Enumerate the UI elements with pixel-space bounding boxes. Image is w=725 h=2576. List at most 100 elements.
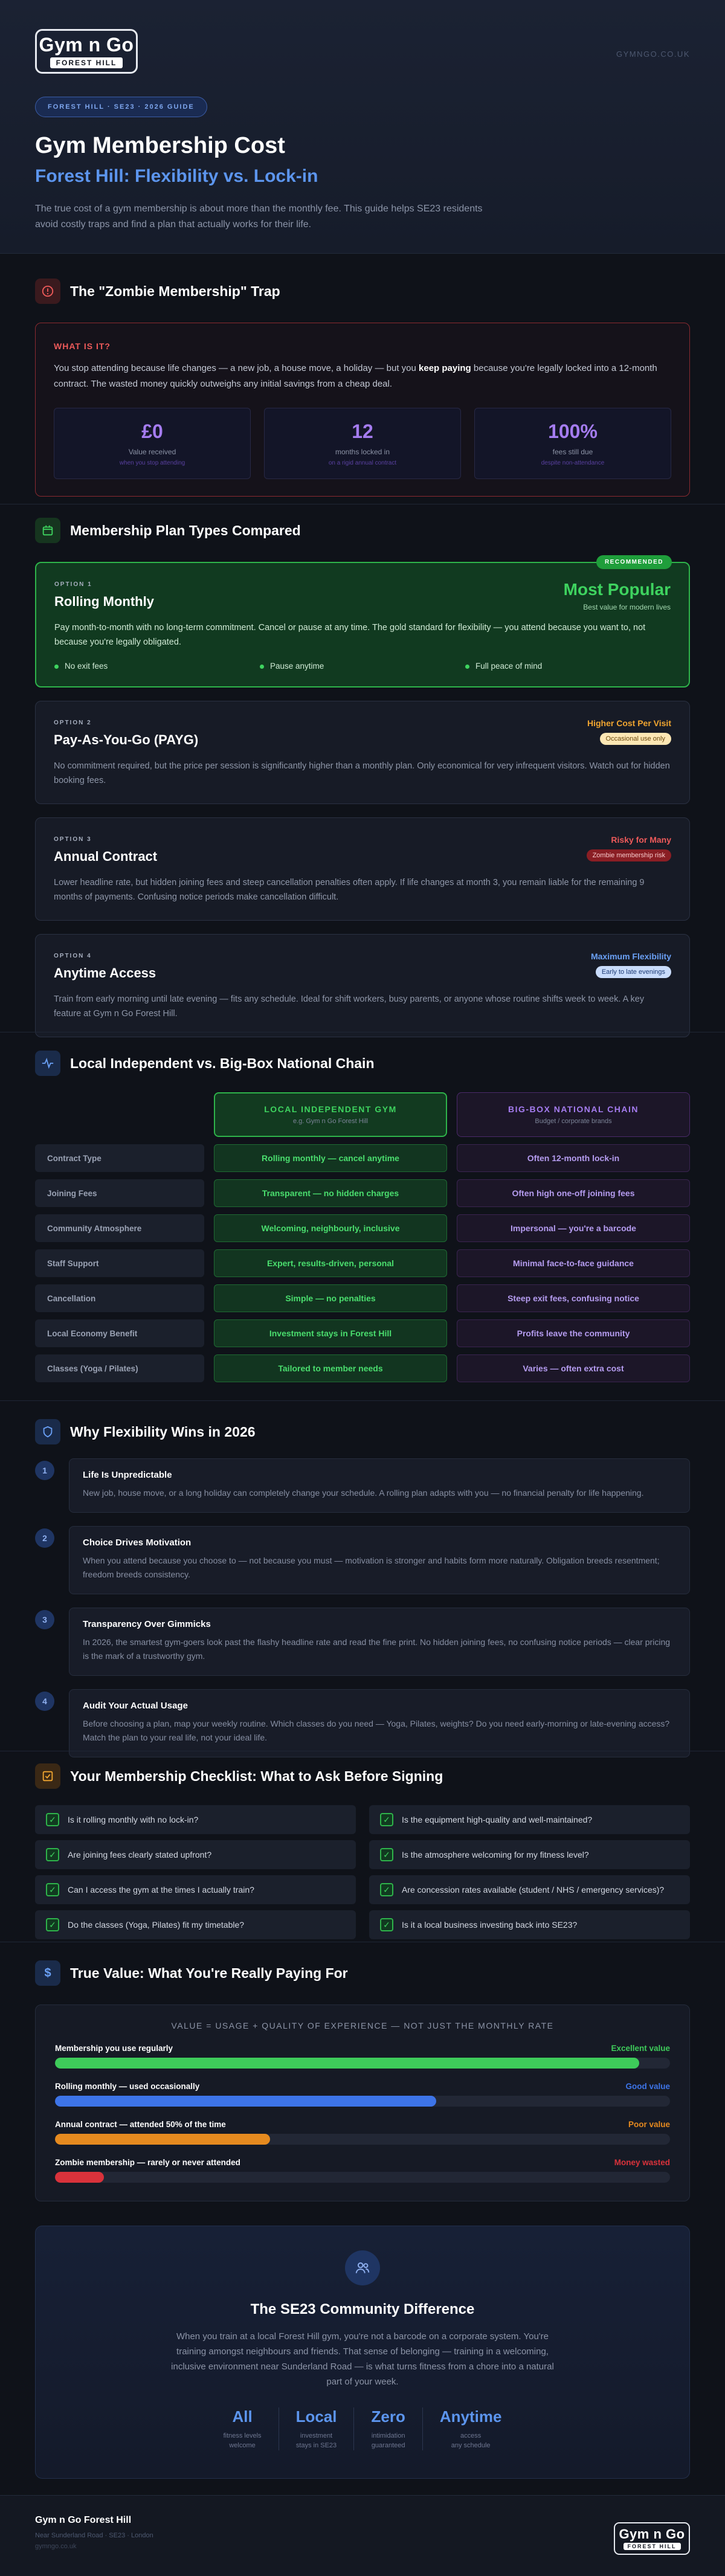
checklist-grid: ✓ Is it rolling monthly with no lock-in? … (35, 1805, 690, 1939)
step-number: 3 (35, 1610, 54, 1629)
item-description: New job, house move, or a long holiday c… (83, 1488, 644, 1498)
checklist-item[interactable]: ✓ Do the classes (Yoga, Pilates) fit my t… (35, 1910, 356, 1939)
calendar-icon (35, 518, 60, 543)
checklist-item[interactable]: ✓ Are concession rates available (student… (369, 1875, 690, 1904)
plan-option: OPTION 4 (54, 953, 92, 959)
stat-value: All (232, 2407, 253, 2426)
bar-rating: Excellent value (611, 2044, 670, 2053)
bar-rating: Good value (625, 2082, 670, 2091)
checklist-item[interactable]: ✓ Is the atmosphere welcoming for my fitn… (369, 1840, 690, 1869)
hero-header: Gym n Go FOREST HILL GYMNGO.CO.UK FOREST… (0, 0, 725, 254)
checkbox-checked-icon[interactable]: ✓ (46, 1918, 59, 1931)
list-item: 3 Transparency Over Gimmicks In 2026, the … (35, 1608, 690, 1676)
cell-local: Rolling monthly — cancel anytime (214, 1144, 447, 1172)
bullet-dot-icon (260, 664, 264, 669)
logo-main-text: Gym n Go (619, 2526, 685, 2542)
plan-title: Annual Contract (54, 849, 158, 864)
list-item: 1 Life Is Unpredictable New job, house mov… (35, 1458, 690, 1513)
cell-local: Tailored to member needs (214, 1354, 447, 1382)
table-row: Contract Type Rolling monthly — cancel an… (35, 1144, 690, 1172)
cell-chain: Impersonal — you're a barcode (457, 1214, 690, 1242)
stat-label: Value received (128, 448, 176, 456)
benefit-item: Full peace of mind (465, 662, 671, 671)
checkbox-checked-icon[interactable]: ✓ (46, 1883, 59, 1896)
checkbox-checked-icon[interactable]: ✓ (380, 1883, 393, 1896)
plans-section: Membership Plan Types Compared RECOMMEND… (35, 517, 690, 1037)
bar-track (55, 2172, 670, 2183)
community-title: The SE23 Community Difference (250, 2301, 475, 2317)
item-title: Audit Your Actual Usage (83, 1701, 188, 1711)
footer-url[interactable]: gymngo.co.uk (35, 2543, 690, 2550)
page-title: Gym Membership Cost (35, 133, 285, 158)
plan-badge: Zombie membership risk (586, 849, 671, 861)
community-stat: Zero intimidation guaranteed (353, 2407, 422, 2450)
logo-sub-text: FOREST HILL (623, 2543, 681, 2550)
cell-local: Welcoming, neighbourly, inclusive (214, 1214, 447, 1242)
row-label: Local Economy Benefit (35, 1319, 204, 1347)
column-local: LOCAL INDEPENDENT GYM e.g. Gym n Go Fore… (214, 1092, 447, 1137)
plan-card-rolling-monthly[interactable]: RECOMMENDED OPTION 1 Rolling Monthly Mos… (35, 555, 690, 687)
plan-card-payg[interactable]: OPTION 2 Pay-As-You-Go (PAYG) Higher Cos… (35, 701, 690, 804)
table-row: Classes (Yoga / Pilates) Tailored to memb… (35, 1354, 690, 1382)
checklist-item[interactable]: ✓ Are joining fees clearly stated upfront… (35, 1840, 356, 1869)
item-description: In 2026, the smartest gym-goers look pas… (83, 1637, 671, 1661)
checklist-item[interactable]: ✓ Can I access the gym at the times I act… (35, 1875, 356, 1904)
checkbox-checked-icon[interactable]: ✓ (380, 1918, 393, 1931)
benefit-item: No exit fees (54, 662, 260, 671)
item-title: Transparency Over Gimmicks (83, 1619, 211, 1629)
section-title: Your Membership Checklist: What to Ask B… (70, 1768, 443, 1784)
checkbox-checked-icon[interactable]: ✓ (46, 1813, 59, 1826)
table-row: Community Atmosphere Welcoming, neighbour… (35, 1214, 690, 1242)
stat-label: fees still due (552, 448, 593, 456)
bar-fill (55, 2096, 437, 2107)
checkbox-checked-icon[interactable]: ✓ (380, 1848, 393, 1861)
dollar-icon: $ (35, 1960, 60, 1986)
checklist-item[interactable]: ✓ Is it rolling monthly with no lock-in? (35, 1805, 356, 1834)
plan-card-anytime[interactable]: OPTION 4 Anytime Access Maximum Flexibil… (35, 934, 690, 1037)
zombie-card: WHAT IS IT? You stop attending because l… (35, 323, 690, 497)
checkbox-checked-icon[interactable]: ✓ (380, 1813, 393, 1826)
cell-chain: Profits leave the community (457, 1319, 690, 1347)
bar-track (55, 2096, 670, 2107)
logo-main-text: Gym n Go (39, 34, 134, 56)
cell-local: Simple — no penalties (214, 1284, 447, 1312)
section-title: Local Independent vs. Big-Box National C… (70, 1055, 375, 1071)
plan-title: Pay-As-You-Go (PAYG) (54, 732, 199, 747)
compare-rows: Contract Type Rolling monthly — cancel an… (35, 1144, 690, 1382)
plan-highlight: Higher Cost Per Visit (587, 718, 671, 728)
alert-icon (35, 279, 60, 304)
cell-local: Investment stays in Forest Hill (214, 1319, 447, 1347)
stat-value: Anytime (439, 2407, 502, 2426)
list-item: 4 Audit Your Actual Usage Before choosing … (35, 1689, 690, 1757)
checklist-section: Your Membership Checklist: What to Ask B… (35, 1763, 690, 1939)
step-number: 4 (35, 1692, 54, 1711)
section-title: The "Zombie Membership" Trap (70, 283, 280, 299)
plan-option: OPTION 3 (54, 836, 92, 843)
footer-logo[interactable]: Gym n Go FOREST HILL (614, 2522, 690, 2555)
plan-highlight: Most Popular (563, 580, 671, 599)
zombie-label: WHAT IS IT? (54, 341, 111, 351)
brand-logo[interactable]: Gym n Go FOREST HILL (35, 29, 138, 74)
value-bar: Annual contract — attended 50% of the ti… (55, 2120, 670, 2145)
checklist-item[interactable]: ✓ Is the equipment high-quality and well-… (369, 1805, 690, 1834)
section-title: Why Flexibility Wins in 2026 (70, 1423, 256, 1440)
bar-label: Rolling monthly — used occasionally (55, 2082, 200, 2091)
step-number: 2 (35, 1528, 54, 1548)
why-section: Why Flexibility Wins in 2026 1 Life Is Un… (35, 1418, 690, 1757)
plan-description: Lower headline rate, but hidden joining … (54, 878, 645, 902)
checklist-item[interactable]: ✓ Is it a local business investing back i… (369, 1910, 690, 1939)
site-url[interactable]: GYMNGO.CO.UK (616, 50, 690, 59)
logo-sub-text: FOREST HILL (50, 57, 123, 68)
benefit-item: Pause anytime (260, 662, 465, 671)
cell-chain: Varies — often extra cost (457, 1354, 690, 1382)
stat-label: investment stays in SE23 (295, 2432, 337, 2449)
zombie-text: You stop attending because life changes … (54, 363, 657, 389)
plan-highlight-sub: Best value for modern lives (583, 603, 671, 611)
table-row: Staff Support Expert, results-driven, per… (35, 1249, 690, 1277)
plan-card-annual[interactable]: OPTION 3 Annual Contract Risky for Many … (35, 817, 690, 921)
value-bar: Rolling monthly — used occasionally Good … (55, 2082, 670, 2107)
page-subtitle: Forest Hill: Flexibility vs. Lock-in (35, 166, 318, 186)
plan-badge: Early to late evenings (595, 966, 671, 978)
stat-value: 12 (352, 420, 373, 442)
checkbox-checked-icon[interactable]: ✓ (46, 1848, 59, 1861)
